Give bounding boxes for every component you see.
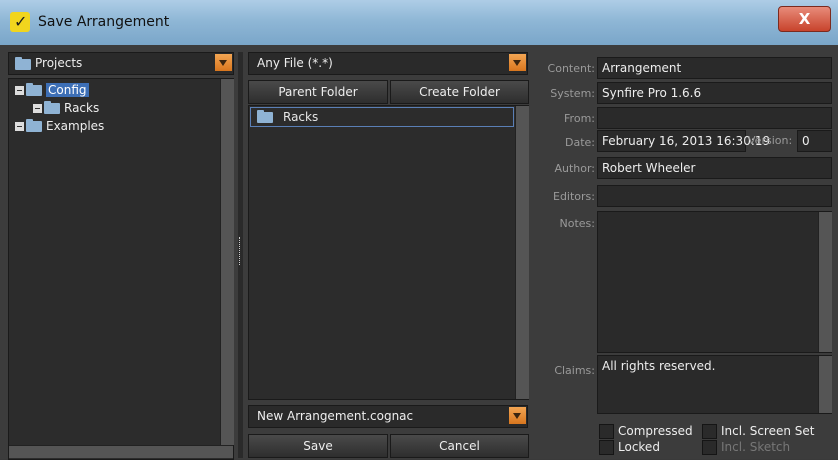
tree-item-label: Config: [46, 83, 89, 97]
editors-label: Editors:: [553, 190, 595, 203]
folder-icon: [15, 57, 31, 70]
chevron-down-icon[interactable]: [509, 54, 526, 71]
version-value: 0: [802, 134, 810, 148]
parent-folder-button[interactable]: Parent Folder: [248, 80, 388, 104]
from-label: From:: [564, 112, 595, 125]
app-logo-icon: ✓: [10, 12, 30, 32]
folder-icon: [26, 82, 42, 96]
chevron-down-icon[interactable]: [509, 407, 526, 424]
from-field[interactable]: [597, 107, 832, 129]
notes-label: Notes:: [559, 217, 595, 230]
tree-item-label: Examples: [46, 119, 105, 133]
editors-field[interactable]: [597, 185, 832, 207]
expand-icon[interactable]: [33, 103, 42, 113]
date-field[interactable]: February 16, 2013 16:30:19: [597, 130, 770, 152]
compressed-label: Compressed: [618, 424, 693, 438]
notes-scrollbar[interactable]: [818, 212, 832, 352]
locked-checkbox[interactable]: [599, 440, 614, 455]
claims-value: All rights reserved.: [602, 359, 716, 373]
cancel-button[interactable]: Cancel: [390, 434, 529, 458]
system-value: Synfire Pro 1.6.6: [602, 86, 702, 100]
incl-screen-set-label: Incl. Screen Set: [721, 424, 815, 438]
notes-textarea[interactable]: [597, 211, 832, 353]
content-field[interactable]: Arrangement: [597, 57, 832, 79]
date-label: Date:: [565, 136, 595, 149]
projects-dropdown-label: Projects: [35, 56, 83, 70]
project-tree: Config Racks Examples: [8, 78, 234, 460]
save-arrangement-dialog: ✓ Save Arrangement X Projects Config Rac…: [0, 0, 838, 460]
author-value: Robert Wheeler: [602, 161, 696, 175]
tree-item-examples[interactable]: Examples: [15, 117, 104, 135]
close-button[interactable]: X: [778, 6, 831, 32]
folder-icon: [26, 118, 42, 132]
system-label: System:: [550, 87, 595, 100]
compressed-checkbox[interactable]: [599, 424, 614, 439]
folder-icon: [44, 100, 60, 114]
filename-value: New Arrangement.cognac: [257, 409, 414, 423]
projects-dropdown[interactable]: Projects: [8, 52, 234, 75]
incl-screen-set-checkbox[interactable]: [702, 424, 717, 439]
content-label: Content:: [547, 62, 595, 75]
claims-label: Claims:: [554, 364, 595, 377]
file-filter-dropdown[interactable]: Any File (*.*): [248, 52, 528, 75]
tree-item-racks[interactable]: Racks: [33, 99, 99, 117]
claims-scrollbar[interactable]: [818, 356, 832, 413]
file-filter-label: Any File (*.*): [257, 56, 333, 70]
chevron-down-icon[interactable]: [215, 54, 232, 71]
system-field[interactable]: Synfire Pro 1.6.6: [597, 82, 832, 104]
pane-splitter[interactable]: [238, 52, 243, 458]
expand-icon[interactable]: [15, 121, 24, 131]
incl-sketch-checkbox[interactable]: [702, 440, 717, 455]
version-label: Version:: [748, 134, 793, 147]
file-item-racks[interactable]: Racks: [250, 107, 514, 127]
title-bar[interactable]: ✓ Save Arrangement X: [0, 0, 838, 45]
claims-textarea[interactable]: All rights reserved.: [597, 355, 832, 414]
tree-item-config[interactable]: Config: [15, 81, 89, 99]
tree-vertical-scrollbar[interactable]: [220, 79, 234, 445]
file-list: [248, 105, 529, 400]
file-item-label: Racks: [283, 110, 319, 124]
author-field[interactable]: Robert Wheeler: [597, 157, 832, 179]
author-label: Author:: [554, 162, 595, 175]
tree-horizontal-scrollbar[interactable]: [9, 445, 233, 458]
version-field[interactable]: 0: [797, 130, 832, 152]
locked-label: Locked: [618, 440, 660, 454]
filename-input[interactable]: New Arrangement.cognac: [248, 405, 528, 428]
date-value: February 16, 2013 16:30:19: [602, 134, 771, 148]
folder-icon: [257, 109, 273, 123]
splitter-grip-icon[interactable]: [239, 237, 242, 265]
incl-sketch-label: Incl. Sketch: [721, 440, 791, 454]
window-title: Save Arrangement: [38, 14, 170, 30]
content-value: Arrangement: [602, 61, 682, 75]
create-folder-button[interactable]: Create Folder: [390, 80, 529, 104]
save-button[interactable]: Save: [248, 434, 388, 458]
tree-item-label: Racks: [64, 101, 100, 115]
collapse-icon[interactable]: [15, 85, 24, 95]
file-list-scrollbar[interactable]: [515, 106, 529, 399]
